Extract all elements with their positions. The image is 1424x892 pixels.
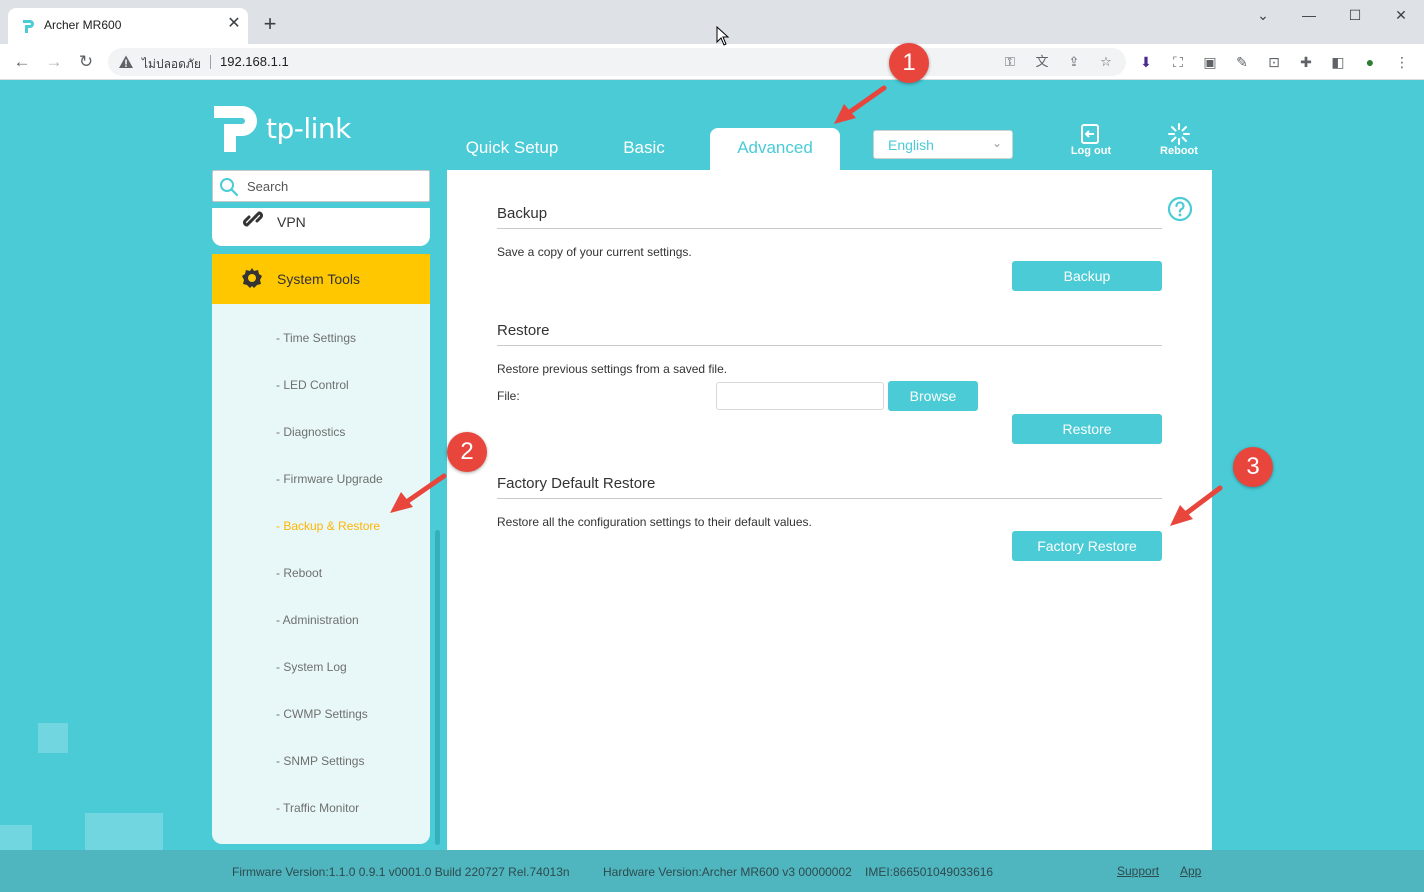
imei: IMEI:866501049033616 bbox=[865, 865, 994, 879]
new-tab-button[interactable]: + bbox=[258, 12, 282, 36]
tab-close-icon[interactable]: ✕ bbox=[224, 14, 244, 34]
tab-title: Archer MR600 bbox=[44, 18, 122, 32]
bookmark-star-icon[interactable]: ☆ bbox=[1096, 52, 1116, 72]
language-value: English bbox=[888, 137, 934, 153]
browser-toolbar: ← → ↻ ไม่ปลอดภัย 192.168.1.1 ⚿ 文 ⇪ ☆ ⬇ ⛶… bbox=[0, 44, 1424, 80]
gear-icon bbox=[242, 268, 262, 288]
security-status[interactable]: ไม่ปลอดภัย bbox=[142, 55, 201, 74]
window-close-icon[interactable]: ✕ bbox=[1378, 0, 1424, 30]
reboot-label: Reboot bbox=[1160, 145, 1198, 157]
content-panel: Backup Save a copy of your current setti… bbox=[447, 170, 1212, 892]
submenu-diagnostics[interactable]: - Diagnostics bbox=[276, 425, 345, 439]
tab-advanced[interactable]: Advanced bbox=[710, 128, 840, 170]
window-minimize-icon[interactable]: — bbox=[1286, 0, 1332, 30]
logout-label: Log out bbox=[1070, 145, 1112, 157]
url-text[interactable]: 192.168.1.1 bbox=[220, 54, 289, 69]
warning-icon bbox=[119, 55, 133, 68]
mouse-cursor-icon bbox=[716, 26, 730, 46]
cast-extension-icon[interactable]: ▣ bbox=[1200, 52, 1220, 72]
decoration bbox=[38, 723, 68, 753]
submenu-firmware-upgrade[interactable]: - Firmware Upgrade bbox=[276, 472, 383, 486]
firmware-version: Firmware Version:1.1.0 0.9.1 v0001.0 Bui… bbox=[232, 865, 570, 879]
section-divider bbox=[497, 345, 1162, 346]
browser-menu-icon[interactable]: ⋮ bbox=[1392, 52, 1412, 72]
browser-tab[interactable]: Archer MR600 ✕ bbox=[8, 8, 248, 44]
sidebar-item-system-tools-label: System Tools bbox=[277, 271, 360, 287]
app-link[interactable]: App bbox=[1180, 864, 1201, 878]
system-tools-submenu: - Time Settings - LED Control - Diagnost… bbox=[212, 304, 430, 844]
screenshot-extension-icon[interactable]: ⛶ bbox=[1168, 52, 1188, 72]
profile-avatar-icon[interactable]: ● bbox=[1360, 52, 1380, 72]
submenu-traffic-monitor[interactable]: - Traffic Monitor bbox=[276, 801, 359, 815]
download-extension-icon[interactable]: ⬇ bbox=[1136, 52, 1156, 72]
language-select[interactable]: English ⌄ bbox=[873, 130, 1013, 159]
annotation-badge-1: 1 bbox=[889, 43, 929, 83]
router-page: tp-link Quick Setup Basic Advanced Engli… bbox=[0, 80, 1424, 892]
address-bar[interactable]: ไม่ปลอดภัย 192.168.1.1 ⚿ 文 ⇪ ☆ bbox=[108, 48, 1126, 76]
section-divider bbox=[497, 228, 1162, 229]
link-icon bbox=[243, 211, 263, 227]
logo-text: tp-link bbox=[266, 112, 351, 145]
edit-extension-icon[interactable]: ✎ bbox=[1232, 52, 1252, 72]
browser-tabstrip: Archer MR600 ✕ + ⌄ — ☐ ✕ bbox=[0, 0, 1424, 44]
tplink-favicon-icon bbox=[23, 20, 34, 33]
section-divider bbox=[497, 498, 1162, 499]
reboot-icon bbox=[1168, 123, 1190, 145]
window-maximize-icon[interactable]: ☐ bbox=[1332, 0, 1378, 30]
annotation-badge-2: 2 bbox=[447, 432, 487, 472]
extensions-puzzle-icon[interactable]: ✚ bbox=[1296, 52, 1316, 72]
forward-icon[interactable]: → bbox=[42, 50, 66, 74]
side-panel-icon[interactable]: ◧ bbox=[1328, 52, 1348, 72]
tab-quick-setup[interactable]: Quick Setup bbox=[456, 130, 568, 170]
submenu-cwmp-settings[interactable]: - CWMP Settings bbox=[276, 707, 368, 721]
backup-section-title: Backup bbox=[497, 205, 548, 222]
capture-extension-icon[interactable]: ⊡ bbox=[1264, 52, 1284, 72]
translate-icon[interactable]: 文 bbox=[1032, 52, 1052, 72]
sidebar-item-vpn-label: VPN bbox=[277, 214, 306, 230]
submenu-snmp-settings[interactable]: - SNMP Settings bbox=[276, 754, 364, 768]
window-dropdown-icon[interactable]: ⌄ bbox=[1240, 0, 1286, 30]
submenu-backup-restore[interactable]: - Backup & Restore bbox=[276, 519, 380, 533]
sidebar-scrollbar[interactable] bbox=[435, 530, 440, 845]
tab-basic[interactable]: Basic bbox=[600, 130, 688, 170]
key-icon[interactable]: ⚿ bbox=[1000, 52, 1020, 72]
backup-button[interactable]: Backup bbox=[1012, 261, 1162, 291]
share-icon[interactable]: ⇪ bbox=[1064, 52, 1084, 72]
factory-description: Restore all the configuration settings t… bbox=[497, 515, 812, 529]
logout-button[interactable]: Log out bbox=[1061, 120, 1121, 164]
restore-button[interactable]: Restore bbox=[1012, 414, 1162, 444]
file-label: File: bbox=[497, 389, 520, 403]
help-icon[interactable] bbox=[1167, 196, 1193, 222]
hardware-version: Hardware Version:Archer MR600 v3 0000000… bbox=[603, 865, 852, 879]
reload-icon[interactable]: ↻ bbox=[74, 50, 98, 74]
restore-description: Restore previous settings from a saved f… bbox=[497, 362, 728, 376]
sidebar-item-vpn[interactable]: VPN bbox=[212, 208, 430, 246]
reboot-button[interactable]: Reboot bbox=[1149, 120, 1209, 164]
submenu-system-log[interactable]: - System Log bbox=[276, 660, 347, 674]
support-link[interactable]: Support bbox=[1117, 864, 1159, 878]
sidebar-search-input[interactable]: Search bbox=[212, 170, 430, 202]
restore-section-title: Restore bbox=[497, 322, 550, 339]
factory-restore-button[interactable]: Factory Restore bbox=[1012, 531, 1162, 561]
file-input[interactable] bbox=[716, 382, 884, 410]
back-icon[interactable]: ← bbox=[10, 50, 34, 74]
omnibox-separator bbox=[210, 55, 211, 69]
backup-description: Save a copy of your current settings. bbox=[497, 245, 692, 259]
screen: Archer MR600 ✕ + ⌄ — ☐ ✕ ← → ↻ ไม่ปลอดภั… bbox=[0, 0, 1424, 892]
annotation-badge-3: 3 bbox=[1233, 447, 1273, 487]
footer: Firmware Version:1.1.0 0.9.1 v0001.0 Bui… bbox=[0, 850, 1424, 892]
submenu-reboot[interactable]: - Reboot bbox=[276, 566, 322, 580]
factory-section-title: Factory Default Restore bbox=[497, 475, 656, 492]
submenu-administration[interactable]: - Administration bbox=[276, 613, 359, 627]
search-placeholder: Search bbox=[247, 179, 289, 194]
sidebar-item-system-tools[interactable]: System Tools bbox=[212, 254, 430, 304]
chevron-down-icon: ⌄ bbox=[992, 136, 1003, 150]
browse-button[interactable]: Browse bbox=[888, 381, 978, 411]
search-icon bbox=[220, 178, 239, 197]
submenu-led-control[interactable]: - LED Control bbox=[276, 378, 349, 392]
logout-icon bbox=[1081, 124, 1099, 144]
submenu-time-settings[interactable]: - Time Settings bbox=[276, 331, 356, 345]
